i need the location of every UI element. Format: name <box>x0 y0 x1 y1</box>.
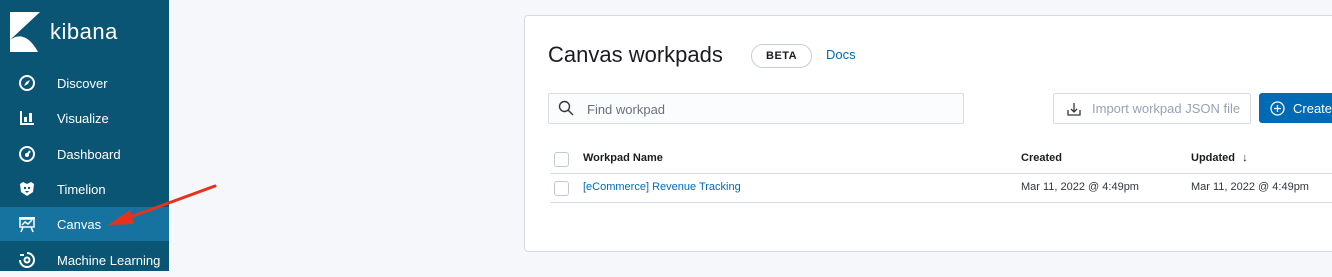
sidebar: kibana Discover Visualize Dashboard Time… <box>0 0 169 271</box>
workpad-created: Mar 11, 2022 @ 4:49pm <box>1021 181 1139 193</box>
dashboard-icon <box>18 145 36 163</box>
table-header-divider <box>550 173 1332 174</box>
nav-item-label: Dashboard <box>57 146 121 162</box>
search-icon <box>558 100 574 121</box>
nav-item-machine-learning[interactable]: Machine Learning <box>0 243 169 277</box>
page-title: Canvas workpads <box>548 42 723 67</box>
canvas-icon <box>18 215 36 233</box>
kibana-logo[interactable]: kibana <box>10 12 118 52</box>
docs-link[interactable]: Docs <box>826 47 856 62</box>
nav-item-visualize[interactable]: Visualize <box>0 101 169 135</box>
nav-item-label: Machine Learning <box>57 252 161 268</box>
search-field[interactable] <box>548 93 964 124</box>
column-header-updated[interactable]: Updated ↓ <box>1191 152 1248 164</box>
column-header-name[interactable]: Workpad Name <box>583 152 663 164</box>
workpad-name-link[interactable]: [eCommerce] Revenue Tracking <box>583 181 741 193</box>
machine-learning-icon <box>18 251 36 269</box>
column-header-created[interactable]: Created <box>1021 152 1062 164</box>
nav-item-label: Visualize <box>57 110 109 126</box>
annotation-arrow <box>108 184 217 225</box>
nav-item-label: Discover <box>57 75 108 91</box>
nav-item-label: Timelion <box>57 181 106 197</box>
nav-item-label: Canvas <box>57 216 102 232</box>
create-label: Create <box>1293 100 1332 116</box>
plus-circle-icon <box>1270 100 1285 116</box>
workpad-updated: Mar 11, 2022 @ 4:49pm <box>1191 181 1309 193</box>
bar-chart-icon <box>18 109 36 127</box>
create-workpad-button[interactable]: Create <box>1259 93 1332 123</box>
beta-badge: BETA <box>751 44 813 68</box>
sort-descending-icon: ↓ <box>1242 152 1248 164</box>
timelion-icon <box>18 180 36 198</box>
row-checkbox[interactable] <box>554 181 569 196</box>
select-all-checkbox[interactable] <box>554 152 569 167</box>
column-header-updated-label: Updated <box>1191 152 1235 164</box>
kibana-logo-icon <box>10 12 40 52</box>
kibana-wordmark: kibana <box>50 19 118 44</box>
workpads-panel: Canvas workpads BETA Docs Import workpad… <box>524 15 1332 252</box>
nav-item-dashboard[interactable]: Dashboard <box>0 137 169 171</box>
compass-icon <box>18 74 36 92</box>
table-row-divider <box>550 202 1332 203</box>
import-icon <box>1066 101 1082 117</box>
import-workpad-button[interactable]: Import workpad JSON file <box>1053 93 1251 124</box>
search-input[interactable] <box>585 99 949 119</box>
nav-item-discover[interactable]: Discover <box>0 66 169 100</box>
import-label: Import workpad JSON file <box>1092 101 1241 116</box>
